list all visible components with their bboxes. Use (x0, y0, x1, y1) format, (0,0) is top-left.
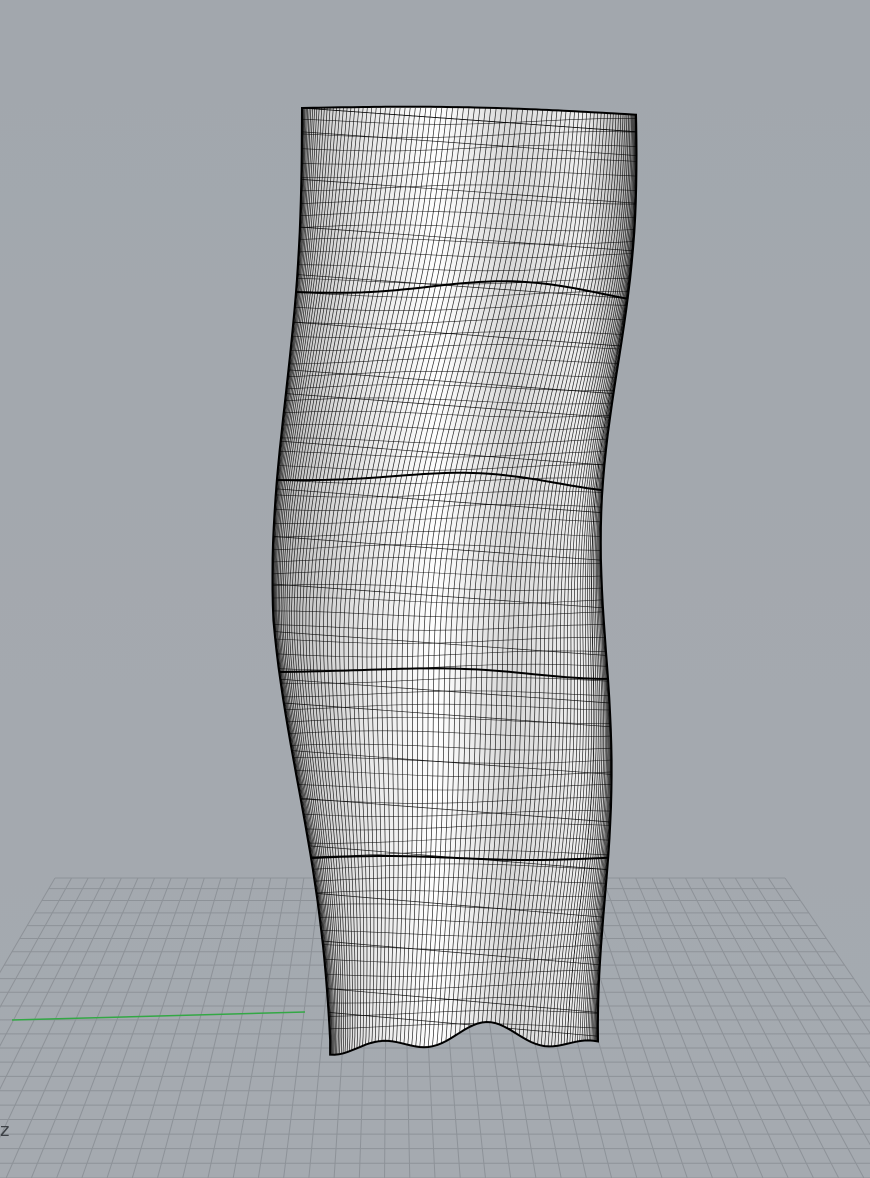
grid-line (131, 877, 222, 1178)
3d-viewport[interactable]: z (0, 0, 870, 1178)
grid-line (157, 877, 238, 1178)
grid-line (0, 877, 89, 1047)
twisted-tower-surface[interactable] (271, 105, 638, 1060)
grid-line (30, 877, 156, 1178)
grid-line (701, 877, 865, 1178)
grid-line (0, 877, 73, 1009)
grid-line (0, 877, 122, 1139)
z-axis-label: z (0, 1120, 10, 1141)
grid-line (283, 877, 321, 1178)
grid-line (56, 877, 172, 1178)
grid-line (767, 877, 870, 1035)
grid-line (257, 877, 305, 1178)
grid-line (734, 877, 870, 1105)
grid-line (81, 877, 189, 1178)
grid-line (106, 877, 205, 1178)
grid-line (751, 877, 870, 1068)
grid-line (5, 877, 139, 1178)
grid-line (207, 877, 272, 1178)
grid-line (232, 877, 288, 1178)
grid-line (668, 877, 814, 1178)
grid-line (602, 877, 713, 1178)
grid-line (0, 877, 106, 1090)
grid-line (182, 877, 255, 1178)
viewport-canvas[interactable] (0, 0, 870, 1178)
